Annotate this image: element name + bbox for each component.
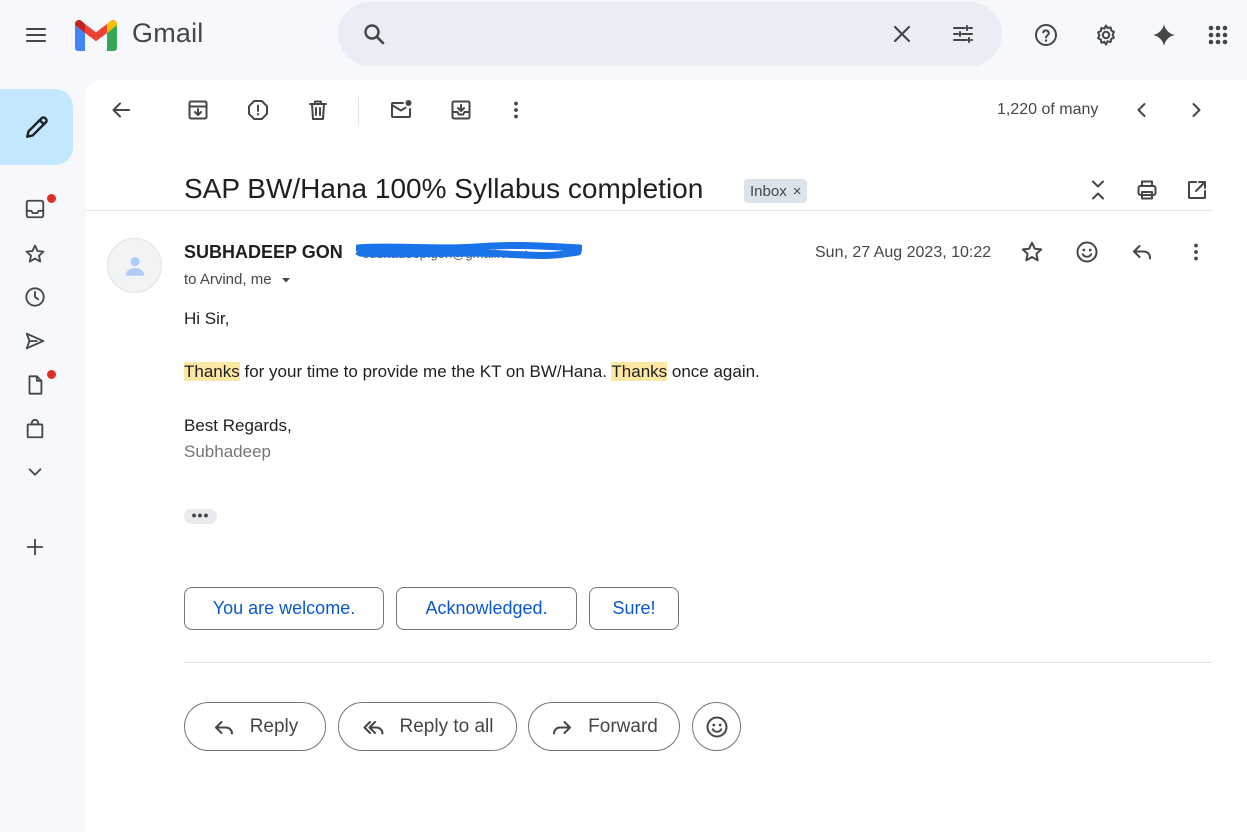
redaction-scribble [356,242,582,260]
apps-grid-icon[interactable] [1198,15,1238,55]
print-icon[interactable] [1127,170,1167,210]
emoji-react-button[interactable] [692,702,741,751]
body-greeting: Hi Sir, [184,309,230,328]
forward-button[interactable]: Forward [528,702,680,751]
search-options-icon[interactable] [943,14,983,54]
send-icon [25,332,45,350]
sidebar-more[interactable] [15,452,55,492]
gmail-logo-icon[interactable] [75,20,117,51]
drafts-badge [47,370,56,379]
body-paragraph: Thanks for your time to provide me the K… [184,362,760,382]
add-reaction-icon[interactable] [1067,232,1107,272]
show-trimmed-content-button[interactable]: ••• [184,508,217,524]
create-label-button[interactable] [15,527,55,567]
message-count: 1,220 of many [997,101,1099,118]
actions-divider [184,662,1212,663]
search-highlight: Thanks [184,362,240,381]
search-bar[interactable] [338,2,1002,66]
star-message-icon[interactable] [1012,232,1052,272]
settings-gear-icon[interactable] [1086,15,1126,55]
mark-unread-icon[interactable] [381,90,421,130]
label-text: Inbox [750,182,787,200]
compose-button[interactable] [0,89,73,165]
reply-arrow-icon[interactable] [1122,232,1162,272]
smart-reply-1[interactable]: You are welcome. [184,587,384,630]
star-icon [25,244,45,263]
inbox-label-chip[interactable]: Inbox × [744,179,808,203]
draft-file-icon [28,375,43,395]
sidebar-item-purchases[interactable] [15,409,55,449]
clock-icon [25,287,45,307]
inbox-icon [25,199,45,219]
sidebar-item-sent[interactable] [15,321,55,361]
caret-down-icon [281,277,290,282]
reply-label: Reply [249,715,299,737]
report-spam-icon[interactable] [238,90,278,130]
reply-all-label: Reply to all [399,715,494,737]
back-arrow-icon[interactable] [101,90,141,130]
sender-name[interactable]: SUBHADEEP GON [184,242,343,263]
body-closing: Best Regards, [184,416,292,435]
move-to-icon[interactable] [441,90,481,130]
app-name: Gmail [132,18,204,48]
forward-label: Forward [588,715,658,737]
forward-icon [553,720,572,734]
archive-icon[interactable] [178,90,218,130]
collapse-all-icon[interactable] [1078,170,1118,210]
plus-icon [26,538,44,556]
toolbar-divider [358,97,359,125]
delete-trash-icon[interactable] [298,90,338,130]
more-vertical-icon[interactable] [496,90,536,130]
shopping-bag-icon [26,418,44,439]
main-menu-icon[interactable] [16,15,56,55]
smart-reply-2[interactable]: Acknowledged. [396,587,577,630]
body-signature: Subhadeep [184,442,271,461]
message-more-icon[interactable] [1176,232,1216,272]
smart-reply-3[interactable]: Sure! [589,587,679,630]
reply-icon [214,720,233,734]
gemini-sparkle-icon[interactable] [1144,15,1184,55]
reply-all-icon [363,720,383,734]
smiley-icon [706,716,727,737]
remove-label-icon[interactable]: × [793,183,802,200]
chevron-left-icon[interactable] [1122,90,1162,130]
sidebar-item-starred[interactable] [15,234,55,274]
person-icon [125,256,144,276]
search-icon[interactable] [354,14,394,54]
subject-divider [86,210,1212,211]
recipients-text: to Arvind, me [184,271,272,288]
help-icon[interactable] [1026,15,1066,55]
open-new-window-icon[interactable] [1177,170,1217,210]
reply-button[interactable]: Reply [184,702,326,751]
recipients-toggle[interactable]: to Arvind, me [184,271,292,288]
chevron-down-icon [28,468,42,476]
chevron-right-icon[interactable] [1176,90,1216,130]
pencil-icon [25,116,48,138]
clear-search-icon[interactable] [882,14,922,54]
search-highlight: Thanks [611,362,668,381]
message-date: Sun, 27 Aug 2023, 10:22 [815,244,992,261]
email-subject: SAP BW/Hana 100% Syllabus completion [184,173,704,204]
sidebar-item-snoozed[interactable] [15,277,55,317]
body-text: once again. [667,362,760,381]
sender-avatar[interactable] [107,238,162,293]
unread-badge [47,194,56,203]
search-input[interactable] [408,16,868,52]
reply-all-button[interactable]: Reply to all [338,702,517,751]
body-text: for your time to provide me the KT on BW… [239,362,612,381]
